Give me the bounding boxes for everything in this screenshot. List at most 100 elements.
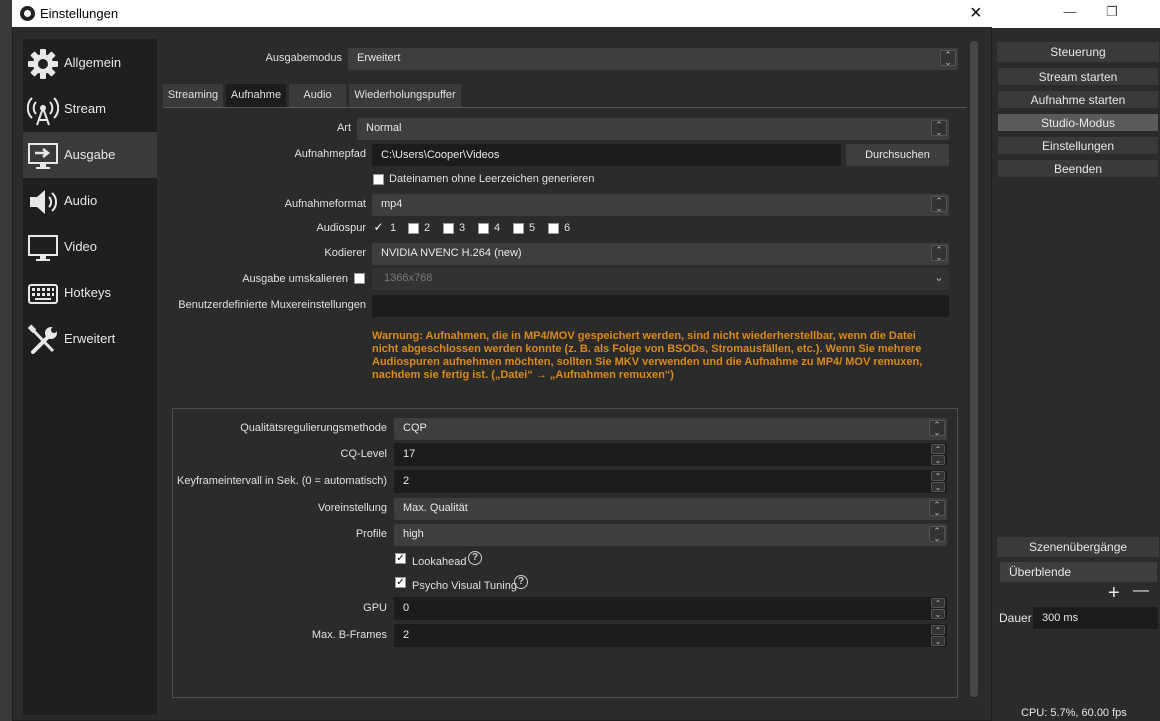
track-2-checkbox[interactable]	[408, 223, 419, 234]
encoder-label: Kodierer	[324, 247, 366, 259]
dialog-titlebar: Einstellungen ×	[12, 0, 992, 27]
rescale-label: Ausgabe umskalieren	[242, 273, 348, 285]
sidebar-item-label: Audio	[64, 193, 98, 208]
sidebar-item-hotkeys[interactable]: Hotkeys	[23, 270, 157, 316]
updown-arrow-icon: ⌃ ⌄	[931, 120, 947, 137]
recording-type-select[interactable]: Normal ⌃ ⌄	[357, 118, 949, 140]
encoder-select[interactable]: NVIDIA NVENC H.264 (new) ⌃ ⌄	[372, 243, 949, 265]
muxer-field[interactable]	[372, 295, 949, 317]
tools-icon	[27, 324, 57, 354]
transition-select[interactable]: Überblende	[1000, 562, 1157, 582]
output-mode-value: Erweitert	[357, 52, 401, 64]
content-scrollbar[interactable]	[970, 41, 978, 697]
track-3-checkbox[interactable]	[443, 223, 454, 234]
updown-arrow-icon: ⌃ ⌄	[929, 420, 945, 437]
minimize-icon[interactable]: —	[1055, 4, 1085, 19]
sidebar-item-audio[interactable]: Audio	[23, 178, 157, 224]
sidebar-item-stream[interactable]: Stream	[23, 86, 157, 132]
max-bframes-value: 2	[403, 629, 410, 641]
mp4-warning-text: Warnung: Aufnahmen, die in MP4/MOV gespe…	[372, 330, 923, 381]
psycho-visual-help-icon[interactable]: ?	[514, 575, 528, 589]
track-6-checkbox[interactable]	[548, 223, 559, 234]
max-bframes-label: Max. B-Frames	[311, 629, 387, 641]
nospace-label: Dateinamen ohne Leerzeichen generieren	[389, 173, 595, 185]
track-1-label: 1	[390, 222, 397, 234]
close-icon[interactable]: ×	[970, 2, 982, 25]
rescale-checkbox[interactable]	[354, 273, 365, 284]
sidebar-item-general[interactable]: Allgemein	[23, 40, 157, 86]
cq-level-label: CQ-Level	[340, 448, 387, 460]
track-5-checkbox[interactable]	[513, 223, 524, 234]
recording-type-label: Art	[336, 122, 351, 134]
start-stream-button[interactable]: Stream starten	[997, 67, 1159, 86]
status-bar-cpu: CPU: 5.7%, 60.00 fps	[1021, 707, 1127, 719]
muxer-label: Benutzerdefinierte Muxereinstellungen	[178, 299, 366, 311]
encoder-value: NVIDIA NVENC H.264 (new)	[381, 247, 522, 259]
exit-button[interactable]: Beenden	[997, 159, 1159, 178]
psycho-visual-label: Psycho Visual Tuning	[412, 580, 517, 592]
tab-recording[interactable]: Aufnahme	[226, 84, 286, 107]
sidebar-item-label: Ausgabe	[64, 147, 116, 162]
browse-button[interactable]: Durchsuchen	[846, 144, 949, 166]
nospace-checkbox[interactable]	[373, 174, 384, 185]
rate-control-label: Qualitätsregulierungsmethode	[240, 422, 387, 434]
remove-transition-icon[interactable]: —	[1133, 582, 1149, 600]
tab-replay-buffer[interactable]: Wiederholungspuffer	[349, 84, 461, 107]
preset-select[interactable]: Max. Qualität ⌃ ⌄	[394, 498, 947, 520]
duration-field[interactable]: 300 ms	[1033, 607, 1158, 629]
recording-path-label: Aufnahmepfad	[294, 148, 366, 160]
monitor-icon	[28, 235, 58, 261]
lookahead-checkbox[interactable]: ✓	[395, 553, 406, 564]
rescale-select[interactable]: 1366x768 ⌄	[372, 268, 949, 290]
max-bframes-spinbox[interactable]: 2 ⌃ ⌄	[394, 624, 947, 647]
output-mode-label: Ausgabemodus	[265, 52, 342, 64]
recording-format-value: mp4	[381, 198, 403, 210]
sidebar-item-advanced[interactable]: Erweitert	[23, 316, 157, 362]
rate-control-select[interactable]: CQP ⌃ ⌄	[394, 418, 947, 440]
output-mode-select[interactable]: Erweitert ⌃ ⌄	[348, 48, 958, 70]
spin-arrows-icon[interactable]: ⌃ ⌄	[931, 598, 945, 620]
rescale-value: 1366x768	[384, 272, 433, 284]
audio-tracks-label: Audiospur	[316, 222, 366, 234]
recording-format-select[interactable]: mp4 ⌃ ⌄	[372, 194, 949, 216]
track-1-checkbox[interactable]: ✓	[373, 221, 384, 234]
antenna-icon	[27, 97, 59, 126]
profile-label: Profile	[355, 528, 387, 540]
controls-dock-title: Steuerung	[997, 42, 1159, 62]
sidebar-item-video[interactable]: Video	[23, 224, 157, 270]
psycho-visual-checkbox[interactable]: ✓	[395, 577, 406, 588]
preset-label: Voreinstellung	[317, 502, 387, 514]
studio-mode-button[interactable]: Studio-Modus	[997, 113, 1159, 132]
duration-label: Dauer	[999, 611, 1032, 625]
speaker-icon	[30, 190, 58, 214]
start-recording-button[interactable]: Aufnahme starten	[997, 90, 1159, 109]
tab-streaming[interactable]: Streaming	[163, 84, 223, 107]
updown-arrow-icon: ⌃ ⌄	[929, 500, 945, 517]
sidebar-item-label: Allgemein	[64, 55, 122, 70]
obs-logo-icon	[20, 6, 35, 21]
track-6-label: 6	[564, 222, 571, 234]
recording-path-field[interactable]: C:\Users\Cooper\Videos	[372, 144, 841, 166]
keyframe-interval-spinbox[interactable]: 2 ⌃ ⌄	[394, 470, 947, 493]
updown-arrow-icon: ⌃ ⌄	[929, 526, 945, 543]
track-4-checkbox[interactable]	[478, 223, 489, 234]
settings-button[interactable]: Einstellungen	[997, 136, 1159, 155]
restore-icon[interactable]: ❐	[1097, 4, 1127, 20]
profile-select[interactable]: high ⌃ ⌄	[394, 524, 947, 546]
track-4-label: 4	[494, 222, 501, 234]
recording-format-label: Aufnahmeformat	[284, 198, 366, 210]
spin-arrows-icon[interactable]: ⌃ ⌄	[931, 471, 945, 493]
spin-arrows-icon[interactable]: ⌃ ⌄	[931, 625, 945, 647]
sidebar-item-label: Video	[64, 239, 98, 254]
cq-level-spinbox[interactable]: 17 ⌃ ⌄	[394, 443, 947, 466]
preset-value: Max. Qualität	[403, 502, 468, 514]
tab-audio[interactable]: Audio	[289, 84, 346, 107]
recording-type-value: Normal	[366, 122, 402, 134]
sidebar-item-output[interactable]: Ausgabe	[23, 132, 157, 178]
gpu-label: GPU	[363, 602, 387, 614]
gpu-spinbox[interactable]: 0 ⌃ ⌄	[394, 597, 947, 620]
spin-arrows-icon[interactable]: ⌃ ⌄	[931, 444, 945, 466]
updown-arrow-icon: ⌃ ⌄	[931, 245, 947, 262]
add-transition-icon[interactable]: +	[1108, 582, 1120, 605]
lookahead-help-icon[interactable]: ?	[468, 551, 482, 565]
